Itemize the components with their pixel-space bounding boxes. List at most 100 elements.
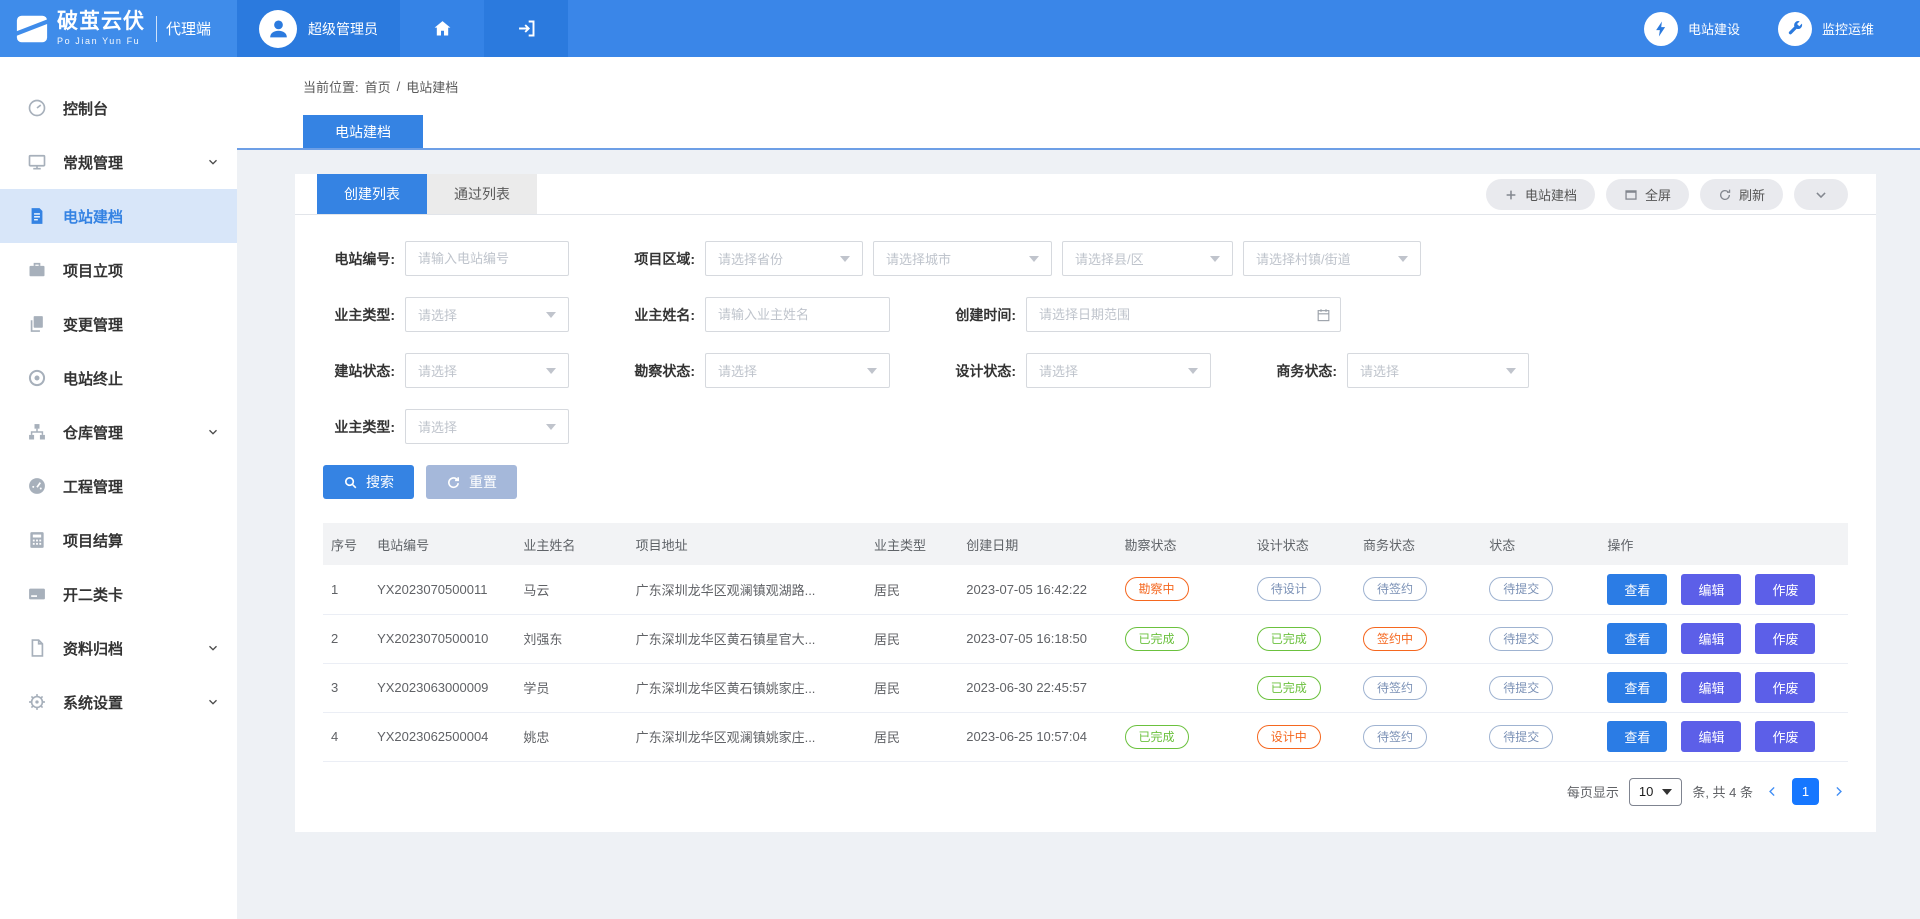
filter-city-select[interactable]: 请选择城市 (873, 241, 1052, 276)
filter-province-select[interactable]: 请选择省份 (705, 241, 863, 276)
home-icon (432, 18, 453, 39)
sidebar-item-label: 项目结算 (63, 530, 219, 551)
sidebar: 控制台常规管理电站建档项目立项变更管理电站终止仓库管理工程管理项目结算开二类卡资… (0, 57, 237, 919)
filter-station-code-input[interactable] (405, 241, 569, 276)
toolbar-create-station-button[interactable]: 电站建档 (1486, 179, 1595, 210)
next-page-button[interactable] (1829, 785, 1848, 798)
filter-group: 项目区域:请选择省份请选择城市请选择县/区请选择村镇/街道 (623, 241, 1431, 276)
column-header: 勘察状态 (1117, 523, 1249, 565)
cell-business: 待签约 (1355, 565, 1481, 614)
caret-down-icon (546, 424, 556, 430)
filter-owner-name-wrap (705, 297, 890, 332)
breadcrumb-home[interactable]: 首页 (365, 77, 391, 96)
sidebar-item-general-mgmt[interactable]: 常规管理 (0, 135, 237, 189)
breadcrumb-separator: / (397, 79, 401, 94)
sidebar-item-project-settlement[interactable]: 项目结算 (0, 513, 237, 567)
business-status-badge: 待签约 (1363, 676, 1427, 700)
current-page[interactable]: 1 (1792, 778, 1819, 805)
filter-county-select[interactable]: 请选择县/区 (1062, 241, 1233, 276)
sidebar-item-project-setup[interactable]: 项目立项 (0, 243, 237, 297)
sidebar-item-class2-card[interactable]: 开二类卡 (0, 567, 237, 621)
refresh-icon (1718, 188, 1732, 202)
sidebar-item-system-settings[interactable]: 系统设置 (0, 675, 237, 729)
user-menu[interactable]: 超级管理员 (237, 0, 400, 57)
home-button[interactable] (400, 0, 484, 57)
cell-seq: 3 (323, 663, 369, 712)
search-icon (343, 475, 358, 490)
toolbar-button-label: 全屏 (1645, 185, 1671, 204)
filter-owner-type2-select[interactable]: 请选择 (405, 409, 569, 444)
panel-head: 创建列表通过列表 电站建档 全屏 刷新 (295, 174, 1876, 215)
toolbar-refresh-button[interactable]: 刷新 (1700, 179, 1783, 210)
toolbar-button-label: 电站建档 (1525, 185, 1577, 204)
void-button[interactable]: 作废 (1755, 721, 1815, 752)
breadcrumb-current: 电站建档 (406, 77, 458, 96)
filter-build-status-select[interactable]: 请选择 (405, 353, 569, 388)
monitor-icon (27, 152, 47, 172)
per-page-select[interactable]: 10 (1629, 778, 1682, 806)
prev-page-button[interactable] (1763, 785, 1782, 798)
filter-owner-type-select[interactable]: 请选择 (405, 297, 569, 332)
select-placeholder: 请选择 (1039, 361, 1078, 380)
toolbar-fullscreen-button[interactable]: 全屏 (1606, 179, 1689, 210)
filter-design-status-select[interactable]: 请选择 (1026, 353, 1211, 388)
panel-tabs: 创建列表通过列表 (317, 174, 537, 214)
sidebar-item-engineering-mgmt[interactable]: 工程管理 (0, 459, 237, 513)
cell-design: 已完成 (1249, 614, 1355, 663)
edit-button[interactable]: 编辑 (1681, 574, 1741, 605)
filter-owner-name-input[interactable] (705, 297, 890, 332)
filter-village-select[interactable]: 请选择村镇/街道 (1243, 241, 1421, 276)
briefcase-icon (27, 260, 47, 280)
filter-group: 业主姓名: (623, 297, 900, 332)
sidebar-item-station-archive[interactable]: 电站建档 (0, 189, 237, 243)
sidebar-item-data-archive[interactable]: 资料归档 (0, 621, 237, 675)
nav-monitor-ops[interactable]: 监控运维 (1778, 12, 1874, 46)
view-button[interactable]: 查看 (1607, 574, 1667, 605)
filter-survey-status-select[interactable]: 请选择 (705, 353, 890, 388)
select-placeholder: 请选择 (1360, 361, 1399, 380)
sidebar-item-console[interactable]: 控制台 (0, 81, 237, 135)
panel-toolbar: 电站建档 全屏 刷新 (1486, 174, 1848, 210)
portal-label: 代理端 (166, 18, 211, 39)
reset-button[interactable]: 重置 (426, 465, 517, 499)
column-header: 项目地址 (628, 523, 866, 565)
view-button[interactable]: 查看 (1607, 721, 1667, 752)
header-shortcuts: 电站建设 监控运维 (1644, 0, 1920, 57)
edit-button[interactable]: 编辑 (1681, 672, 1741, 703)
toolbar-collapse-button[interactable] (1794, 179, 1848, 210)
brand-logo: 破茧云伏 Po Jian Yun Fu 代理端 (0, 0, 237, 57)
filter-label: 业主类型: (323, 305, 395, 325)
filter-row: 业主类型:请选择 (323, 409, 1848, 444)
edit-button[interactable]: 编辑 (1681, 623, 1741, 654)
filter-label: 商务状态: (1265, 361, 1337, 381)
void-button[interactable]: 作废 (1755, 623, 1815, 654)
void-button[interactable]: 作废 (1755, 574, 1815, 605)
cell-address: 广东深圳龙华区黄石镇星官大... (628, 614, 866, 663)
status-badge: 待提交 (1489, 627, 1553, 651)
void-button[interactable]: 作废 (1755, 672, 1815, 703)
select-placeholder: 请选择省份 (718, 249, 783, 268)
cell-created: 2023-07-05 16:42:22 (958, 565, 1116, 614)
filter-created-range-input[interactable] (1026, 297, 1341, 332)
filter-business-status-select[interactable]: 请选择 (1347, 353, 1529, 388)
logout-button[interactable] (484, 0, 568, 57)
filter-created-range-wrap (1026, 297, 1341, 332)
edit-button[interactable]: 编辑 (1681, 721, 1741, 752)
search-button[interactable]: 搜索 (323, 465, 414, 499)
caret-down-icon (840, 256, 850, 262)
view-button[interactable]: 查看 (1607, 672, 1667, 703)
pagination: 每页显示 10 条, 共 4 条 1 (323, 778, 1848, 806)
sidebar-item-warehouse-mgmt[interactable]: 仓库管理 (0, 405, 237, 459)
cell-owner: 马云 (515, 565, 627, 614)
status-badge: 待提交 (1489, 676, 1553, 700)
top-header: 破茧云伏 Po Jian Yun Fu 代理端 超级管理员 (0, 0, 1920, 57)
tab-create-list[interactable]: 创建列表 (317, 174, 427, 214)
sidebar-item-change-mgmt[interactable]: 变更管理 (0, 297, 237, 351)
column-header: 设计状态 (1249, 523, 1355, 565)
sidebar-item-station-terminate[interactable]: 电站终止 (0, 351, 237, 405)
view-button[interactable]: 查看 (1607, 623, 1667, 654)
tab-passed-list[interactable]: 通过列表 (427, 174, 537, 214)
filter-group: 业主类型: 请选择 (323, 297, 579, 332)
nav-station-build[interactable]: 电站建设 (1644, 12, 1740, 46)
page-tab-station-archive[interactable]: 电站建档 (303, 115, 423, 148)
